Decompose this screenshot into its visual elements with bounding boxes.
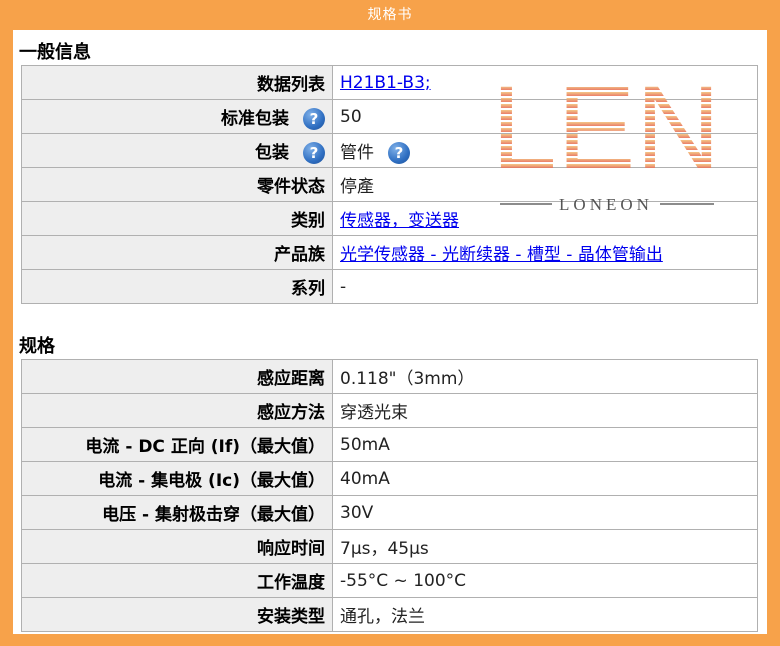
value-link[interactable]: 传感器，变送器 [340,211,459,231]
section-title-general: 一般信息 [19,42,91,63]
table-row: 感应方法 穿透光束 [21,393,758,428]
spec-label-cell: 电流 - 集电极 (Ic)（最大值） [21,461,333,496]
general-label-cell: 包装? [21,133,333,168]
spec-value-cell: -55°C ~ 100°C [332,563,758,598]
general-label-cell: 产品族 [21,235,333,270]
spec-value-cell: 40mA [332,461,758,496]
spec-value-cell: 穿透光束 [332,393,758,428]
table-row: 零件状态 停產 [21,167,758,202]
row-label: 系列 [291,279,325,299]
general-label-cell: 系列 [21,269,333,304]
row-label: 电压 - 集射极击穿（最大值） [102,505,325,525]
spec-value-cell: 7μs，45μs [332,529,758,564]
table-row: 产品族 光学传感器 - 光断续器 - 槽型 - 晶体管输出 [21,235,758,270]
general-label-cell: 标准包装? [21,99,333,134]
table-row: 感应距离 0.118"（3mm） [21,359,758,394]
row-value: 30V [340,502,374,523]
help-icon[interactable]: ? [303,141,325,164]
spec-value-cell: 通孔，法兰 [332,597,758,632]
row-label: 电流 - DC 正向 (If)（最大值） [85,437,325,457]
row-value: 停產 [340,177,374,197]
row-label: 感应距离 [257,369,325,389]
spec-label-cell: 电压 - 集射极击穿（最大值） [21,495,333,530]
row-label: 类别 [291,211,325,231]
spec-value-cell: 30V [332,495,758,530]
row-label: 工作温度 [257,573,325,593]
value-link[interactable]: 光学传感器 - 光断续器 - 槽型 - 晶体管输出 [340,245,663,265]
row-label: 产品族 [274,245,325,265]
general-value-cell: 光学传感器 - 光断续器 - 槽型 - 晶体管输出 [332,235,758,270]
row-value: - [340,276,347,297]
row-value: -55°C ~ 100°C [340,570,467,591]
general-value-cell: 50 [332,99,758,134]
spec-label-cell: 电流 - DC 正向 (If)（最大值） [21,427,333,462]
general-value-cell: - [332,269,758,304]
spec-value-cell: 0.118"（3mm） [332,359,758,394]
section-title-specs: 规格 [19,336,55,357]
table-row: 安装类型 通孔，法兰 [21,597,758,632]
table-row: 类别 传感器，变送器 [21,201,758,236]
general-value-cell: 传感器，变送器 [332,201,758,236]
table-row: 响应时间 7μs，45μs [21,529,758,564]
row-label: 标准包装 [221,108,289,129]
general-label-cell: 数据列表 [21,65,333,100]
row-label: 包装 [255,142,289,163]
general-value-cell: H21B1-B3; [332,65,758,100]
table-row: 工作温度 -55°C ~ 100°C [21,563,758,598]
general-label-cell: 类别 [21,201,333,236]
row-value: 0.118"（3mm） [340,369,475,389]
row-label: 数据列表 [257,75,325,95]
table-row: 数据列表 H21B1-B3; [21,65,758,100]
general-value-cell: 管件? [332,133,758,168]
spec-label-cell: 安装类型 [21,597,333,632]
spec-label-cell: 感应距离 [21,359,333,394]
row-value: 通孔，法兰 [340,607,425,627]
table-row: 系列 - [21,269,758,304]
general-label-cell: 零件状态 [21,167,333,202]
spec-value-cell: 50mA [332,427,758,462]
spec-panel: 一般信息 数据列表 H21B1-B3; 标准包装? 50 包装? 管件? 零件状态 停產 类别传… [13,30,767,634]
help-icon[interactable]: ? [303,107,325,130]
row-label: 响应时间 [257,539,325,559]
table-row: 包装? 管件? [21,133,758,168]
table-row: 标准包装? 50 [21,99,758,134]
row-label: 电流 - 集电极 (Ic)（最大值） [98,471,325,491]
row-value: 7μs，45μs [340,539,429,559]
general-info-table: 数据列表 H21B1-B3; 标准包装? 50 包装? 管件? 零件状态 停產 类别 传感器，变送… [21,65,758,304]
spec-label-cell: 工作温度 [21,563,333,598]
spec-label-cell: 响应时间 [21,529,333,564]
general-value-cell: 停產 [332,167,758,202]
table-row: 电流 - 集电极 (Ic)（最大值） 40mA [21,461,758,496]
row-value: 穿透光束 [340,403,408,423]
row-label: 安装类型 [257,607,325,627]
page-banner: 规格书 [367,7,413,23]
help-icon[interactable]: ? [388,141,410,164]
table-row: 电压 - 集射极击穿（最大值） 30V [21,495,758,530]
specs-table: 感应距离 0.118"（3mm） 感应方法 穿透光束 电流 - DC 正向 (If)（最… [21,359,758,632]
row-value: 40mA [340,468,390,489]
row-value: 50mA [340,434,390,455]
row-label: 感应方法 [257,403,325,423]
row-value: 50 [340,106,362,127]
value-link[interactable]: H21B1-B3; [340,73,431,93]
table-row: 电流 - DC 正向 (If)（最大值） 50mA [21,427,758,462]
row-label: 零件状态 [257,177,325,197]
row-value: 管件 [340,142,374,163]
spec-label-cell: 感应方法 [21,393,333,428]
